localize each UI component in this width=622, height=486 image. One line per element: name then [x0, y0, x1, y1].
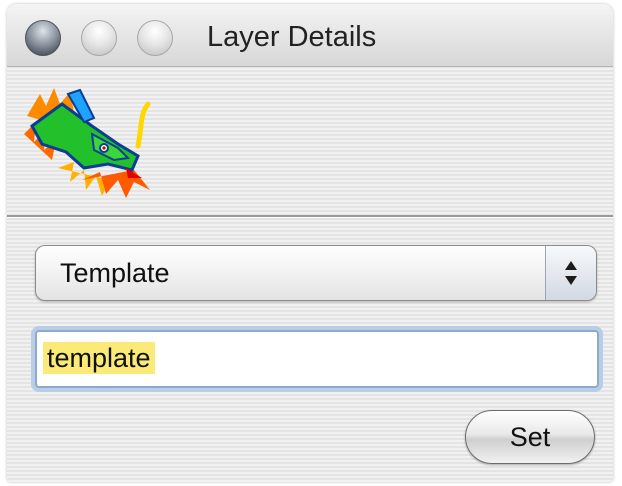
section-divider [7, 215, 613, 218]
set-button[interactable]: Set [465, 410, 595, 464]
window-title: Layer Details [207, 21, 377, 53]
up-down-arrows-icon [545, 246, 596, 300]
layer-name-value: template [43, 342, 155, 374]
close-button-icon[interactable] [25, 20, 61, 56]
layer-details-window: Layer Details Template template Set [7, 4, 613, 482]
title-bar[interactable]: Layer Details [7, 4, 613, 67]
minimize-button-icon[interactable] [81, 20, 117, 56]
dragon-logo-icon [24, 88, 151, 198]
layer-type-select-value: Template [60, 258, 170, 288]
layer-name-field[interactable]: template [35, 330, 599, 388]
layer-type-select[interactable]: Template [35, 245, 597, 301]
zoom-button-icon[interactable] [137, 20, 173, 56]
